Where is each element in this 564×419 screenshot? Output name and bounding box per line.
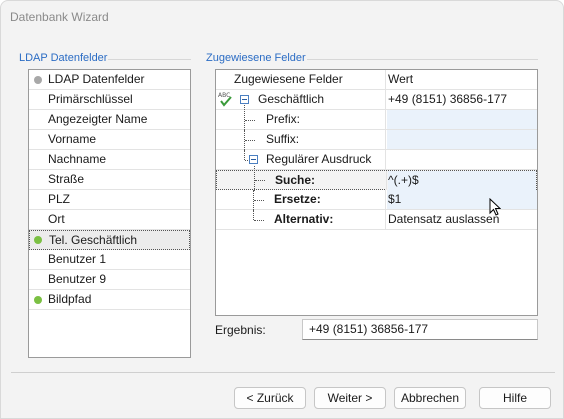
- ldap-fields-group-label: LDAP Datenfelder: [19, 52, 108, 64]
- tree-header: Zugewiesene Felder Wert: [216, 70, 537, 90]
- assigned-fields-tree[interactable]: Zugewiesene Felder Wert ABC Geschäftlich…: [215, 69, 538, 316]
- list-item[interactable]: PLZ: [29, 190, 190, 210]
- list-item-label: Benutzer 1: [48, 252, 107, 266]
- list-item[interactable]: Benutzer 1: [29, 250, 190, 270]
- tree-row-suffix[interactable]: Suffix:: [216, 130, 537, 150]
- tree-row-business[interactable]: ABC Geschäftlich +49 (8151) 36856-177: [216, 90, 537, 110]
- tree-row-label: Prefix:: [266, 112, 301, 126]
- collapse-icon[interactable]: [240, 95, 249, 104]
- back-button[interactable]: < Zurück: [234, 387, 306, 409]
- tree-row-label: Geschäftlich: [258, 92, 325, 106]
- list-item[interactable]: LDAP Datenfelder: [29, 70, 190, 90]
- search-pattern-field[interactable]: ^(.+)$: [388, 171, 419, 190]
- list-item-label: Primärschlüssel: [48, 92, 133, 106]
- cancel-button[interactable]: Abbrechen: [394, 387, 466, 409]
- list-item-label: Angezeigter Name: [48, 112, 148, 126]
- tree-row-regex[interactable]: Regulärer Ausdruck: [216, 150, 537, 170]
- list-item-label: Straße: [48, 172, 85, 186]
- list-item-selected[interactable]: Tel. Geschäftlich: [29, 230, 190, 250]
- list-item[interactable]: Primärschlüssel: [29, 90, 190, 110]
- replace-pattern-field[interactable]: $1: [388, 190, 401, 209]
- status-dot-icon: [34, 236, 42, 244]
- tree-row-prefix[interactable]: Prefix:: [216, 105, 537, 130]
- list-item[interactable]: Angezeigter Name: [29, 110, 190, 130]
- list-item[interactable]: Straße: [29, 170, 190, 190]
- list-item-label: Vorname: [48, 132, 97, 146]
- tree-row-value[interactable]: +49 (8151) 36856-177: [388, 90, 507, 109]
- list-item[interactable]: Vorname: [29, 130, 190, 150]
- list-item-label: Benutzer 9: [48, 272, 107, 286]
- next-button[interactable]: Weiter >: [314, 387, 386, 409]
- tree-row-search[interactable]: Suche: ^(.+)$: [216, 166, 537, 191]
- wizard-window: Datenbank Wizard LDAP Datenfelder LDAP D…: [0, 0, 564, 419]
- window-title: Datenbank Wizard: [10, 10, 109, 24]
- tree-row-label: Suche:: [275, 173, 316, 187]
- group-divider: [307, 59, 538, 60]
- assigned-fields-group-label: Zugewiesene Felder: [206, 52, 306, 64]
- list-item-label: PLZ: [48, 192, 71, 206]
- list-item[interactable]: Ort: [29, 210, 190, 230]
- list-item-label: LDAP Datenfelder: [48, 72, 145, 86]
- status-dot-icon: [34, 76, 42, 84]
- collapse-icon[interactable]: [249, 155, 258, 164]
- svg-text:ABC: ABC: [218, 92, 230, 99]
- column-header-field[interactable]: Zugewiesene Felder: [234, 70, 343, 89]
- mouse-cursor-icon: [489, 197, 502, 220]
- list-item-label: Bildpfad: [48, 292, 92, 306]
- status-dot-icon: [34, 296, 42, 304]
- help-button[interactable]: Hilfe: [479, 387, 551, 409]
- tree-row-label: Regulärer Ausdruck: [266, 152, 372, 166]
- group-divider: [108, 59, 191, 60]
- tree-row-label: Alternativ:: [274, 212, 334, 226]
- result-field: +49 (8151) 36856-177: [302, 319, 538, 340]
- ldap-fields-list[interactable]: LDAP Datenfelder Primärschlüssel Angezei…: [28, 69, 191, 358]
- list-item[interactable]: Bildpfad: [29, 290, 190, 310]
- list-item[interactable]: Benutzer 9: [29, 270, 190, 290]
- alternative-value-dropdown[interactable]: Datensatz auslassen: [388, 210, 499, 229]
- result-label: Ergebnis:: [215, 323, 266, 337]
- tree-row-label: Suffix:: [266, 132, 300, 146]
- list-item-label: Ort: [48, 212, 65, 226]
- list-item-label: Tel. Geschäftlich: [49, 233, 138, 247]
- footer-divider: [11, 372, 555, 373]
- list-item[interactable]: Nachname: [29, 150, 190, 170]
- column-header-value[interactable]: Wert: [388, 70, 413, 89]
- tree-row-label: Ersetze:: [274, 192, 321, 206]
- list-item-label: Nachname: [48, 152, 107, 166]
